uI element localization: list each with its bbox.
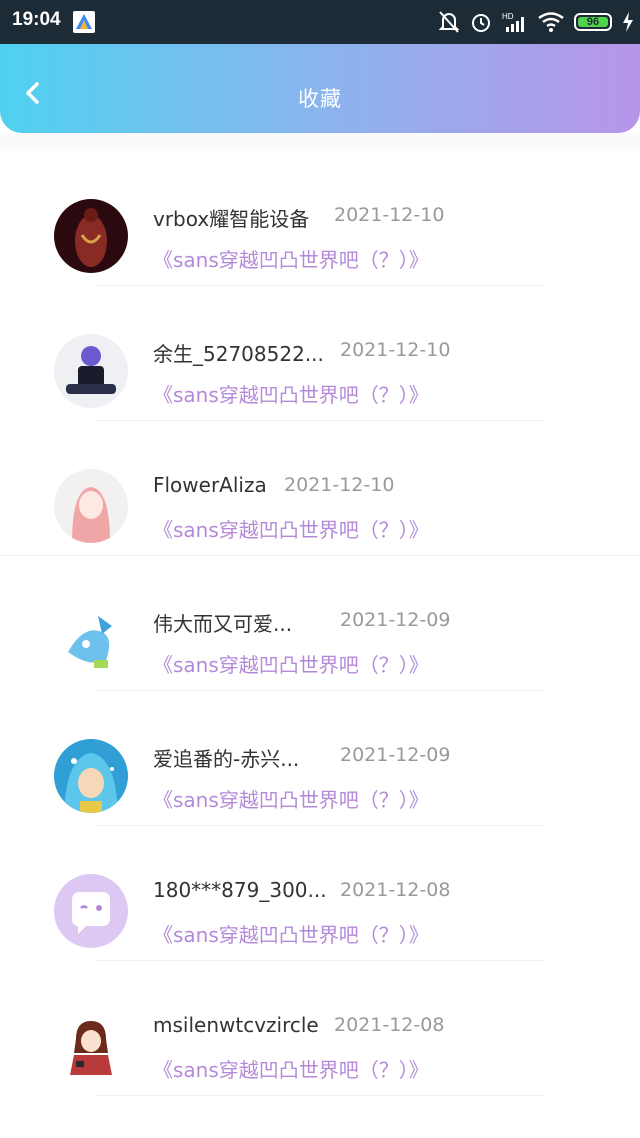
app-header: 收藏: [0, 44, 640, 133]
work-title[interactable]: 《sans穿越凹凸世界吧（？）》: [153, 244, 429, 273]
status-time: 19:04: [12, 9, 61, 30]
favorite-date: 2021-12-09: [340, 744, 451, 766]
avatar: [54, 604, 128, 678]
work-title[interactable]: 《sans穿越凹凸世界吧（？）》: [153, 784, 429, 813]
favorite-date: 2021-12-10: [340, 339, 451, 361]
svg-text:HD: HD: [502, 12, 514, 21]
work-title[interactable]: 《sans穿越凹凸世界吧（？）》: [153, 649, 429, 678]
hd-signal-icon: HD: [502, 11, 528, 33]
alarm-icon: [470, 10, 492, 34]
user-name: 180***879_300...: [153, 878, 327, 902]
list-item[interactable]: FlowerAliza 2021-12-10 《sans穿越凹凸世界吧（？）》: [0, 421, 640, 556]
list-item[interactable]: vrbox耀智能设备 2021-12-10 《sans穿越凹凸世界吧（？）》: [0, 151, 640, 286]
avatar: [54, 199, 128, 273]
list-item[interactable]: 180***879_300... 2021-12-08 《sans穿越凹凸世界吧…: [0, 826, 640, 961]
battery-icon: 96: [574, 13, 612, 31]
favorites-list: vrbox耀智能设备 2021-12-10 《sans穿越凹凸世界吧（？）》 余…: [0, 151, 640, 1096]
avatar: [54, 874, 128, 948]
favorite-date: 2021-12-08: [334, 1014, 445, 1036]
avatar: [54, 1009, 128, 1083]
favorite-date: 2021-12-09: [340, 609, 451, 631]
page-title: 收藏: [298, 87, 342, 111]
user-name: 伟大而又可爱...: [153, 612, 293, 636]
header-spacer: [0, 133, 640, 151]
charging-icon: [622, 12, 634, 32]
avatar: [54, 739, 128, 813]
list-item[interactable]: 余生_52708522... 2021-12-10 《sans穿越凹凸世界吧（？…: [0, 286, 640, 421]
work-title[interactable]: 《sans穿越凹凸世界吧（？）》: [153, 379, 429, 408]
work-title[interactable]: 《sans穿越凹凸世界吧（？）》: [153, 1054, 429, 1083]
work-title[interactable]: 《sans穿越凹凸世界吧（？）》: [153, 919, 429, 948]
divider: [96, 1095, 544, 1096]
user-name: 余生_52708522...: [153, 342, 324, 366]
work-title[interactable]: 《sans穿越凹凸世界吧（？）》: [153, 514, 429, 543]
app-icon: [73, 11, 95, 33]
favorite-date: 2021-12-08: [340, 879, 451, 901]
wifi-icon: [538, 12, 564, 32]
avatar: [54, 469, 128, 543]
user-name: msilenwtcvzircle: [153, 1013, 319, 1037]
favorite-date: 2021-12-10: [284, 474, 395, 496]
battery-level: 96: [578, 16, 608, 28]
list-item[interactable]: 爱追番的-赤兴... 2021-12-09 《sans穿越凹凸世界吧（？）》: [0, 691, 640, 826]
list-item[interactable]: 伟大而又可爱... 2021-12-09 《sans穿越凹凸世界吧（？）》: [0, 556, 640, 691]
favorite-date: 2021-12-10: [334, 204, 445, 226]
status-bar: 19:04 HD 96: [0, 0, 640, 44]
user-name: 爱追番的-赤兴...: [153, 747, 300, 771]
list-item[interactable]: msilenwtcvzircle 2021-12-08 《sans穿越凹凸世界吧…: [0, 961, 640, 1096]
user-name: vrbox耀智能设备: [153, 207, 310, 231]
user-name: FlowerAliza: [153, 473, 267, 497]
avatar: [54, 334, 128, 408]
mute-bell-icon: [438, 10, 460, 34]
